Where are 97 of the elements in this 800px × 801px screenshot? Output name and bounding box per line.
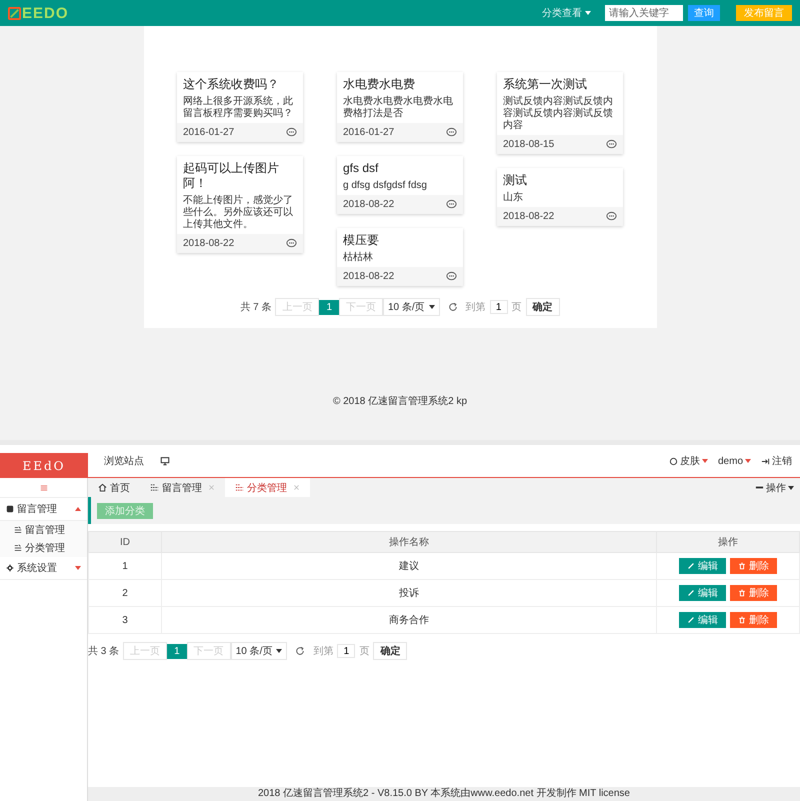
- logo-icon: [8, 6, 21, 20]
- tab[interactable]: 分类管理: [225, 478, 310, 497]
- column-header: 操作: [656, 532, 800, 552]
- chat-icon[interactable]: [286, 127, 297, 138]
- message-card[interactable]: gfs dsf g dfsg dsfgdsf fdsg 2018-08-22: [337, 156, 463, 214]
- list-icon: [235, 483, 244, 492]
- card-title: 这个系统收费吗？: [182, 76, 280, 93]
- edit-button[interactable]: 编辑: [679, 558, 726, 574]
- tab-actions-menu[interactable]: 操作: [766, 478, 800, 497]
- logo-text: EEDO: [22, 4, 69, 22]
- chat-icon[interactable]: [446, 199, 457, 210]
- chat-icon[interactable]: [286, 238, 297, 249]
- chat-icon[interactable]: [606, 139, 617, 150]
- trash-icon: [738, 562, 746, 570]
- menu-icon[interactable]: [40, 484, 48, 492]
- page-size-select[interactable]: 10 条/页: [383, 298, 440, 316]
- list-icon: [14, 526, 22, 534]
- message-card[interactable]: 系统第一次测试 测试反馈内容测试反馈内容测试反馈内容测试反馈内容 2018-08-15: [497, 72, 623, 154]
- card-title: 系统第一次测试: [502, 76, 588, 93]
- page-button[interactable]: 1: [167, 644, 187, 658]
- page-unit: 页: [512, 301, 522, 314]
- confirm-button[interactable]: 确定: [373, 642, 408, 660]
- chat-icon[interactable]: [446, 271, 457, 282]
- card-title: 起码可以上传图片阿！: [182, 160, 280, 192]
- refresh-icon[interactable]: [295, 646, 306, 656]
- page-unit: 页: [359, 645, 370, 658]
- message-card[interactable]: 测试 山东 2018-08-22: [497, 168, 623, 226]
- message-card[interactable]: 这个系统收费吗？ 网络上很多开源系统，此留言板程序需要购买吗？ 2016-01-27: [177, 72, 303, 142]
- pencil-icon: [687, 562, 695, 570]
- column-header: ID: [88, 532, 162, 552]
- page-input[interactable]: 1: [337, 644, 356, 658]
- card-date: 2016-01-27: [183, 127, 234, 138]
- card-title: 测试: [502, 172, 528, 189]
- gear-icon: [6, 564, 14, 572]
- monitor-icon[interactable]: [160, 456, 170, 466]
- total-count: 共 7 条: [240, 300, 272, 314]
- card-date: 2018-08-22: [183, 238, 234, 249]
- refresh-icon[interactable]: [448, 302, 458, 312]
- logout-icon: [761, 456, 770, 466]
- card-text: 枯枯林: [342, 250, 374, 265]
- edit-button[interactable]: 编辑: [679, 612, 726, 628]
- sidebar-item[interactable]: 分类管理: [0, 539, 87, 557]
- card-date: 2018-08-22: [343, 199, 394, 210]
- trash-icon: [738, 616, 746, 624]
- tab[interactable]: 留言管理: [140, 478, 225, 497]
- table-cell: 2: [88, 580, 162, 606]
- card-date: 2016-01-27: [343, 127, 394, 138]
- message-card[interactable]: 起码可以上传图片阿！ 不能上传图片，感觉少了些什么。另外应该还可以上传其他文件。 2018-08-22: [177, 156, 303, 253]
- sidebar-group[interactable]: 系统设置: [0, 557, 87, 580]
- table-cell: 3: [88, 606, 162, 634]
- footer-text: © 2018 亿速留言管理系统2 kp: [332, 394, 468, 408]
- card-text: 山东: [502, 190, 524, 205]
- page-button[interactable]: 1: [319, 300, 339, 314]
- table-cell: 投诉: [162, 580, 656, 606]
- tab[interactable]: 首页: [88, 478, 140, 497]
- trash-icon: [738, 589, 746, 597]
- home-icon: [98, 483, 107, 492]
- admin-logo: EEdO: [0, 453, 88, 478]
- card-title: 水电费水电费: [342, 76, 416, 93]
- user-menu[interactable]: demo: [718, 456, 751, 466]
- card-text: 网络上很多开源系统，此留言板程序需要购买吗？: [182, 94, 294, 121]
- message-card[interactable]: 水电费水电费 水电费水电费水电费水电费格打法是否 2016-01-27: [337, 72, 463, 142]
- card-text: g dfsg dsfgdsf fdsg: [342, 179, 428, 193]
- page-size-select[interactable]: 10 条/页: [230, 642, 288, 660]
- card-text: 不能上传图片，感觉少了些什么。另外应该还可以上传其他文件。: [182, 194, 294, 232]
- card-title: gfs dsf: [342, 160, 380, 177]
- card-title: 模压要: [342, 232, 380, 249]
- table-cell: 建议: [162, 552, 656, 580]
- list-icon: [14, 544, 22, 552]
- card-date: 2018-08-22: [343, 271, 394, 282]
- chat-icon[interactable]: [606, 211, 617, 222]
- total-count: 共 3 条: [88, 644, 120, 658]
- edit-button[interactable]: 编辑: [679, 585, 726, 601]
- footer-text: 2018 亿速留言管理系统2 - V8.15.0 BY 本系统由www.eedo.net 开发制作 MIT license: [88, 787, 800, 801]
- card-date: 2018-08-22: [503, 211, 554, 222]
- message-card[interactable]: 模压要 枯枯林 2018-08-22: [337, 228, 463, 286]
- search-field[interactable]: 请输入关键字: [605, 5, 683, 21]
- sidebar-item[interactable]: 留言管理: [0, 521, 87, 539]
- card-text: 水电费水电费水电费水电费格打法是否: [342, 94, 454, 121]
- table-cell: 商务合作: [162, 606, 656, 634]
- table-cell: 1: [88, 552, 162, 580]
- goto-label: 到第: [313, 645, 334, 658]
- goto-label: 到第: [466, 301, 486, 314]
- card-date: 2018-08-15: [503, 139, 554, 150]
- circle-icon: [668, 456, 678, 466]
- list-icon: [150, 483, 159, 492]
- page-input[interactable]: 1: [490, 300, 508, 314]
- card-text: 测试反馈内容测试反馈内容测试反馈内容测试反馈内容: [502, 94, 614, 133]
- skin-menu[interactable]: 皮肤: [680, 454, 708, 468]
- pencil-icon: [687, 616, 695, 624]
- pencil-icon: [687, 589, 695, 597]
- square-icon: [6, 505, 14, 513]
- browse-site-link[interactable]: 浏览站点: [104, 454, 144, 468]
- column-header: 操作名称: [162, 532, 656, 552]
- logout-link[interactable]: 注销: [772, 454, 792, 468]
- confirm-button[interactable]: 确定: [526, 298, 560, 316]
- chat-icon[interactable]: [446, 127, 457, 138]
